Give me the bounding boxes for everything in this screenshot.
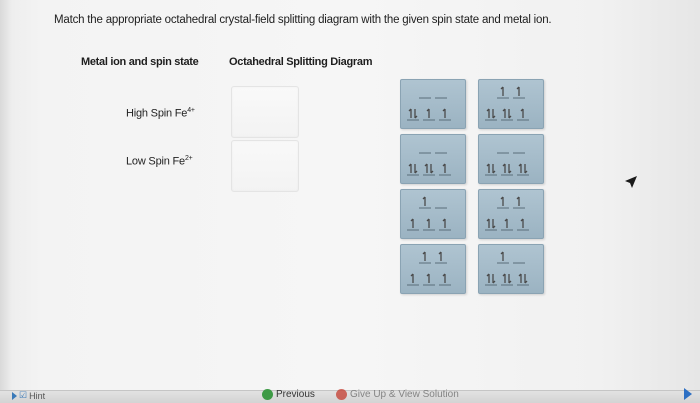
row-label-text: High Spin Fe — [126, 107, 188, 120]
hint-label: Hint — [29, 390, 46, 401]
spin-up-arrow — [410, 218, 414, 228]
column-header-metal-ion: Metal ion and spin state — [81, 56, 199, 68]
spin-up-arrow — [520, 218, 524, 228]
spin-up-arrow — [502, 108, 506, 118]
spin-up-arrow — [410, 273, 414, 283]
spin-up-arrow — [518, 163, 522, 173]
charge-superscript: 2+ — [184, 155, 193, 162]
drop-target-high-spin[interactable] — [231, 86, 299, 138]
splitting-diagram — [485, 251, 529, 286]
spin-up-arrow — [426, 273, 430, 283]
splitting-diagram — [407, 251, 451, 286]
spin-up-arrow — [486, 218, 490, 228]
splitting-diagram-tile[interactable] — [400, 189, 466, 239]
spin-down-arrow — [524, 164, 528, 174]
spin-down-arrow — [414, 164, 418, 174]
spin-down-arrow — [508, 109, 512, 119]
give-up-label: Give Up & View Solution — [350, 389, 459, 400]
splitting-diagram-tile[interactable] — [400, 79, 466, 129]
splitting-diagram — [407, 152, 451, 176]
spin-down-arrow — [524, 274, 528, 284]
spin-up-arrow — [502, 273, 506, 283]
spin-up-arrow — [442, 163, 446, 173]
splitting-diagram-tile[interactable] — [478, 189, 544, 239]
mouse-cursor-icon — [625, 176, 637, 188]
splitting-diagram-tile[interactable] — [478, 244, 544, 294]
previous-arrow-icon — [262, 389, 273, 400]
spin-up-arrow — [520, 108, 524, 118]
spin-up-arrow — [422, 251, 426, 261]
give-up-button[interactable]: Give Up & View Solution — [336, 389, 459, 400]
expand-triangle-icon — [12, 391, 17, 400]
spin-up-arrow — [422, 196, 426, 206]
splitting-diagram-tile[interactable] — [478, 79, 544, 129]
spin-up-arrow — [426, 108, 430, 118]
splitting-diagram — [407, 97, 451, 121]
spin-down-arrow — [492, 164, 496, 174]
splitting-diagram-tile[interactable] — [478, 134, 544, 184]
question-text: Match the appropriate octahedral crystal… — [54, 14, 552, 26]
splitting-diagram — [407, 196, 451, 231]
give-up-icon — [336, 389, 347, 400]
spin-down-arrow — [492, 219, 496, 229]
row-label-text: Low Spin Fe — [126, 155, 185, 168]
spin-up-arrow — [502, 163, 506, 173]
spin-up-arrow — [442, 273, 446, 283]
splitting-diagram-tile[interactable] — [400, 244, 466, 294]
spin-up-arrow — [500, 196, 504, 206]
spin-up-arrow — [442, 108, 446, 118]
spin-up-arrow — [426, 218, 430, 228]
next-arrow-icon[interactable] — [684, 388, 692, 400]
spin-down-arrow — [508, 164, 512, 174]
spin-down-arrow — [492, 274, 496, 284]
previous-label: Previous — [276, 389, 315, 400]
spin-up-arrow — [408, 163, 412, 173]
checkbox-icon: ☑ — [19, 390, 28, 400]
spin-up-arrow — [516, 86, 520, 96]
splitting-diagram — [485, 86, 529, 121]
splitting-diagram — [485, 196, 529, 231]
spin-up-arrow — [486, 108, 490, 118]
splitting-diagram-tile[interactable] — [400, 134, 466, 184]
spin-up-arrow — [500, 86, 504, 96]
hint-link[interactable]: ☑ Hint — [12, 390, 45, 401]
spin-down-arrow — [492, 109, 496, 119]
splitting-diagram — [485, 152, 529, 176]
drop-target-low-spin[interactable] — [231, 140, 299, 192]
spin-up-arrow — [486, 273, 490, 283]
spin-up-arrow — [500, 251, 504, 261]
spin-up-arrow — [516, 196, 520, 206]
previous-button[interactable]: Previous — [262, 389, 315, 400]
column-header-diagram: Octahedral Splitting Diagram — [229, 56, 373, 68]
spin-up-arrow — [504, 218, 508, 228]
row-label-low-spin: Low Spin Fe2+ — [126, 155, 193, 168]
spin-up-arrow — [424, 163, 428, 173]
spin-down-arrow — [414, 109, 418, 119]
spin-down-arrow — [430, 164, 434, 174]
spin-up-arrow — [518, 273, 522, 283]
spin-up-arrow — [408, 108, 412, 118]
charge-superscript: 4+ — [187, 107, 195, 114]
row-label-high-spin: High Spin Fe4+ — [126, 107, 195, 120]
spin-up-arrow — [438, 251, 442, 261]
spin-up-arrow — [486, 163, 490, 173]
spin-up-arrow — [442, 218, 446, 228]
spin-down-arrow — [508, 274, 512, 284]
